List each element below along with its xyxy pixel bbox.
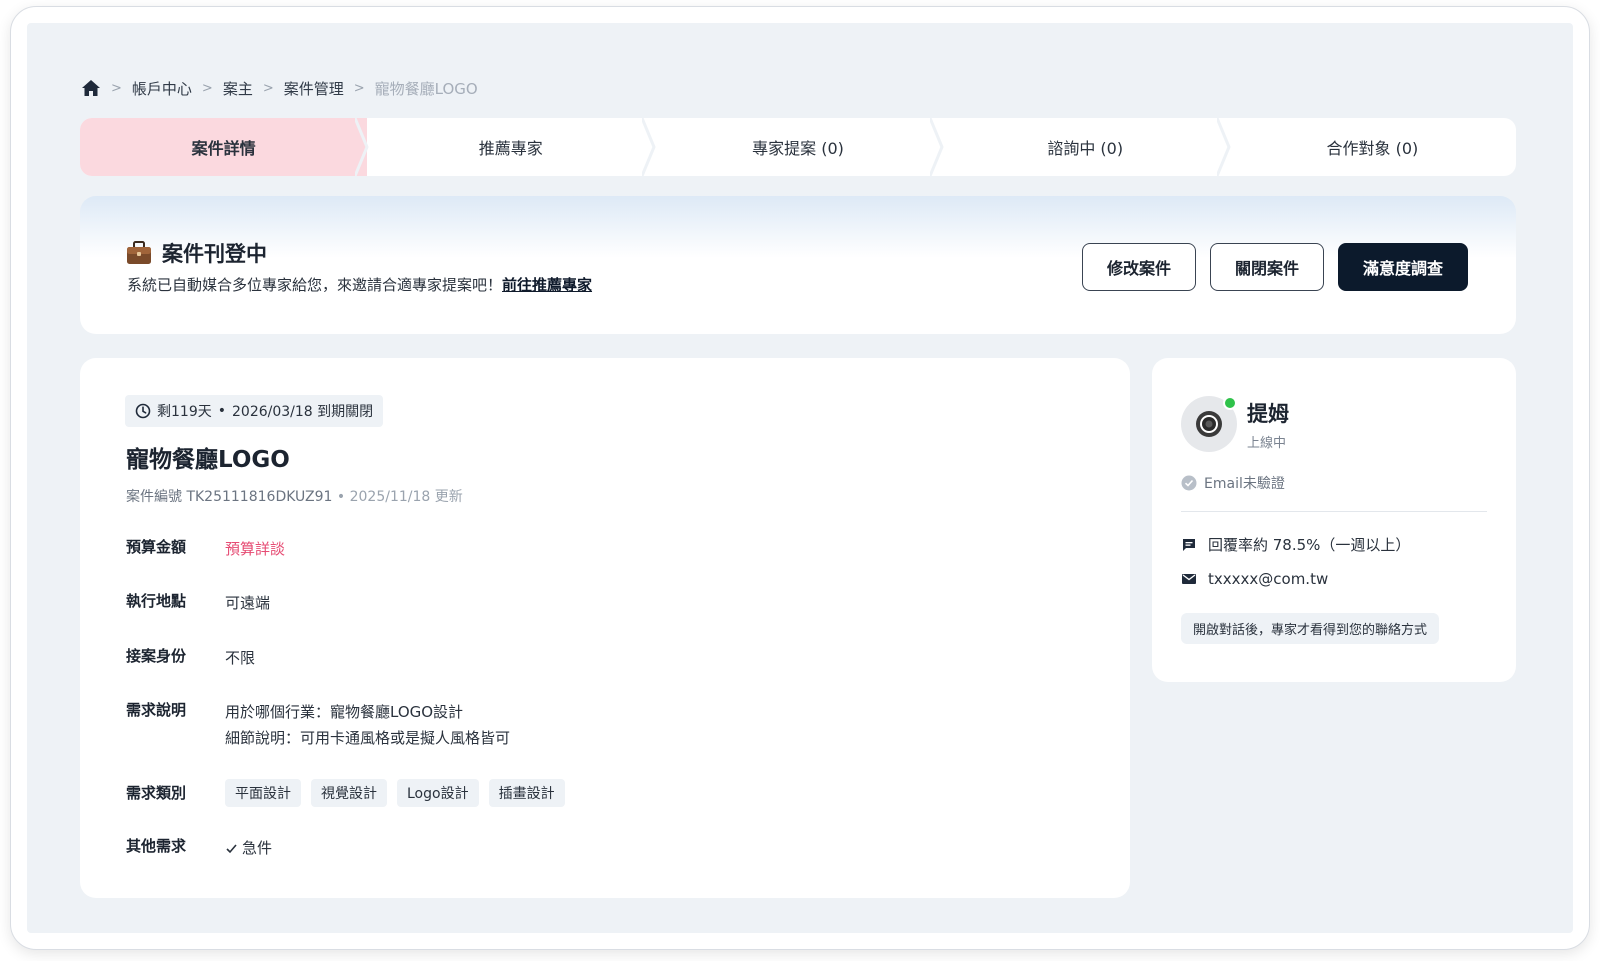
status-actions: 修改案件 關閉案件 滿意度調查 [1081,243,1468,291]
field-budget: 預算金額 預算詳談 [126,536,285,562]
other-value: 急件 [225,835,272,861]
field-identity: 接案身份 不限 [126,645,255,671]
online-indicator [1223,396,1237,410]
client-name: 提姆 [1247,402,1289,426]
email-row: txxxxx@com.tw [1181,570,1328,588]
step-arrow-icon [355,118,369,176]
field-label: 其他需求 [126,837,187,855]
meta-dot: • [336,489,350,505]
location-value: 可遠端 [225,594,271,612]
divider [1181,511,1487,512]
breadcrumb-separator: > [111,80,122,96]
satisfaction-survey-button[interactable]: 滿意度調查 [1337,243,1468,291]
step-label: 合作對象 (0) [1326,139,1419,158]
description-line: 用於哪個行業：寵物餐廳LOGO設計 [225,703,464,721]
description-value: 用於哪個行業：寵物餐廳LOGO設計 細節說明：可用卡通風格或是擬人風格皆可 [225,699,510,751]
deadline-dot: • [217,403,226,419]
field-label: 需求說明 [126,701,187,719]
step-case-details[interactable]: 案件詳情 [80,118,369,176]
description-line: 細節說明：可用卡通風格或是擬人風格皆可 [225,729,511,747]
deadline-badge: 剩119天 • 2026/03/18 到期關閉 [125,395,384,427]
field-label: 預算金額 [126,538,187,556]
contact-note: 開啟對話後，專家才看得到您的聯絡方式 [1181,613,1440,644]
case-updated: 2025/11/18 更新 [349,489,463,505]
step-recommended-experts[interactable]: 推薦專家 [367,118,657,176]
client-profile-card: 提姆 上線中 Email未驗證 回覆率約 78.5%（一週以上） txxxxx@… [1152,358,1516,682]
step-expert-proposals[interactable]: 專家提案 (0) [654,118,944,176]
category-tag: 平面設計 [225,779,301,807]
status-description-text: 系統已自動媒合多位專家給您，來邀請合適專家提案吧！ [127,276,503,294]
field-label: 執行地點 [126,592,187,610]
email-verification: Email未驗證 [1181,473,1285,493]
breadcrumb-case-management[interactable]: 案件管理 [284,78,344,99]
page-canvas: > 帳戶中心 > 案主 > 案件管理 > 寵物餐廳LOGO 案件詳情 推薦專家 … [27,23,1573,933]
breadcrumb-account-center[interactable]: 帳戶中心 [132,78,192,99]
step-consulting[interactable]: 諮詢中 (0) [942,118,1231,176]
deadline-remaining: 剩119天 [157,404,212,420]
field-label: 需求類別 [126,784,187,802]
email-verify-text: Email未驗證 [1204,476,1285,492]
breadcrumb-current: 寵物餐廳LOGO [374,79,478,98]
step-partners[interactable]: 合作對象 (0) [1229,118,1516,176]
field-description: 需求說明 用於哪個行業：寵物餐廳LOGO設計 細節說明：可用卡通風格或是擬人風格… [126,699,510,751]
camera-lens-icon [1196,411,1222,437]
client-email: txxxxx@com.tw [1208,570,1329,588]
case-number: 案件編號 TK25111816DKUZ91 [126,489,333,505]
field-label: 接案身份 [126,647,187,665]
breadcrumb-separator: > [353,80,365,96]
step-label: 專家提案 (0) [752,139,844,158]
status-card: 案件刊登中 系統已自動媒合多位專家給您，來邀請合適專家提案吧！前往推薦專家 修改… [80,196,1516,334]
check-icon [226,843,237,853]
breadcrumb-separator: > [201,80,213,96]
status-description: 系統已自動媒合多位專家給您，來邀請合適專家提案吧！前往推薦專家 [127,274,592,295]
breadcrumb-client[interactable]: 案主 [223,78,253,99]
step-arrow-icon [642,118,657,176]
category-tag: Logo設計 [397,779,479,807]
breadcrumb: > 帳戶中心 > 案主 > 案件管理 > 寵物餐廳LOGO [81,76,478,100]
breadcrumb-separator: > [262,80,274,96]
status-title: 案件刊登中 [162,242,267,266]
case-detail-card: 剩119天 • 2026/03/18 到期關閉 寵物餐廳LOGO 案件編號 TK… [80,358,1130,898]
step-navigation: 案件詳情 推薦專家 專家提案 (0) 諮詢中 (0) 合作對象 (0) [80,118,1516,176]
home-icon[interactable] [81,78,101,98]
clock-icon [135,403,151,419]
deadline-date: 2026/03/18 到期關閉 [232,404,374,420]
identity-value: 不限 [225,649,256,667]
field-other: 其他需求 急件 [126,835,272,861]
online-status: 上線中 [1247,436,1287,451]
field-category: 需求類別 平面設計 視覺設計 Logo設計 插畫設計 [126,779,565,807]
case-title: 寵物餐廳LOGO [126,447,290,473]
category-tags: 平面設計 視覺設計 Logo設計 插畫設計 [225,779,565,807]
reply-rate: 回覆率約 78.5%（一週以上） [1208,536,1411,554]
window-frame: > 帳戶中心 > 案主 > 案件管理 > 寵物餐廳LOGO 案件詳情 推薦專家 … [10,6,1590,950]
step-label: 案件詳情 [191,139,256,158]
field-location: 執行地點 可遠端 [126,590,270,616]
step-label: 推薦專家 [478,139,543,158]
chat-bubble-icon [1183,538,1195,551]
budget-value: 預算詳談 [225,540,286,558]
go-recommended-experts-link[interactable]: 前往推薦專家 [502,276,592,294]
mail-icon [1182,574,1196,584]
step-arrow-icon [1216,118,1231,176]
other-value-text: 急件 [242,839,273,857]
step-label: 諮詢中 (0) [1047,139,1124,158]
briefcase-icon [127,241,151,264]
verify-check-icon [1181,475,1197,491]
case-meta: 案件編號 TK25111816DKUZ91 • 2025/11/18 更新 [126,486,463,506]
status-heading: 案件刊登中 [126,238,267,268]
reply-rate-row: 回覆率約 78.5%（一週以上） [1181,534,1410,555]
step-arrow-icon [929,118,944,176]
category-tag: 視覺設計 [311,779,387,807]
close-case-button[interactable]: 關閉案件 [1209,243,1324,291]
edit-case-button[interactable]: 修改案件 [1081,243,1196,291]
category-tag: 插畫設計 [488,779,565,807]
